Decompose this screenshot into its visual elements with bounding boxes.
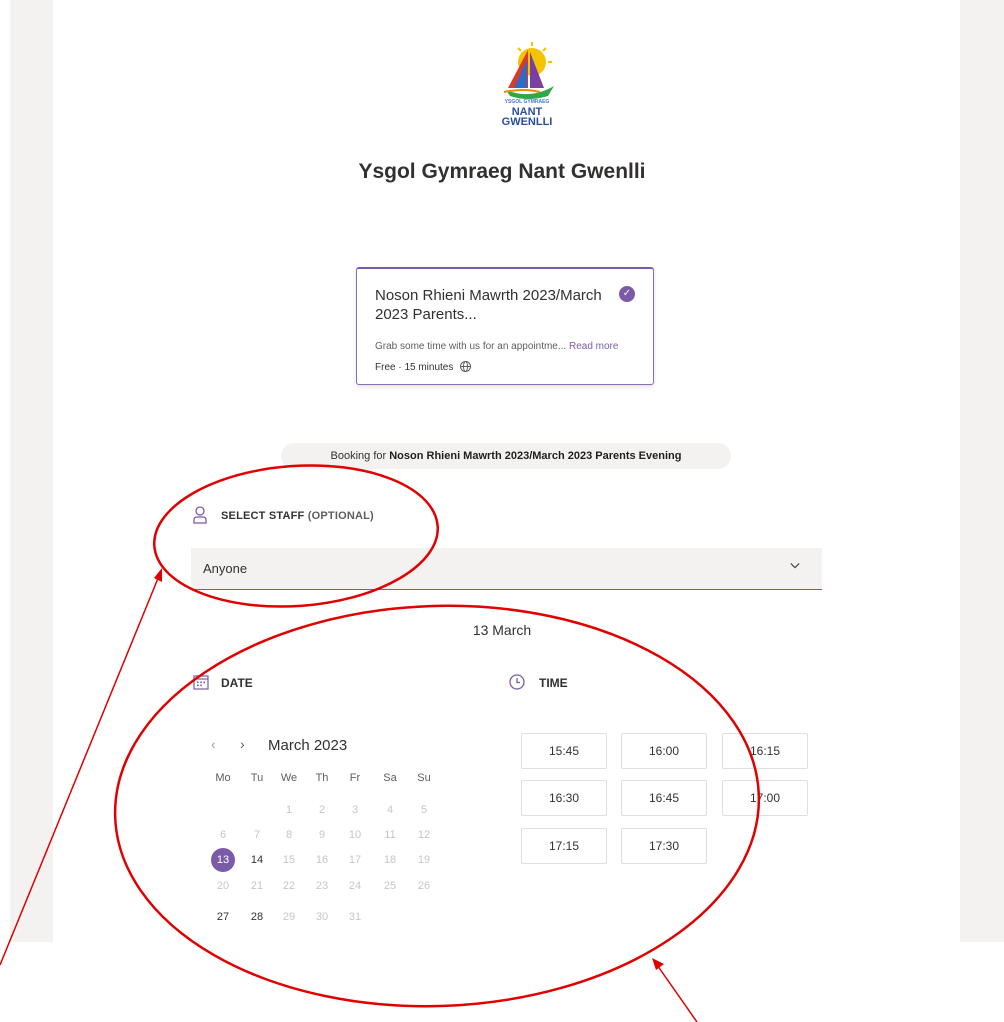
calendar-day: 7 <box>253 829 261 841</box>
calendar-day: 8 <box>285 829 293 841</box>
date-heading: DATE <box>221 676 253 690</box>
calendar-day: 6 <box>219 829 227 841</box>
time-slot-button[interactable]: 17:00 <box>722 780 808 816</box>
booking-prefix: Booking for <box>330 450 390 462</box>
calendar-day: 12 <box>417 829 431 841</box>
time-slot-button[interactable]: 16:30 <box>521 780 607 816</box>
weekday-label: Tu <box>250 772 264 784</box>
read-more-link[interactable]: Read more <box>569 341 618 352</box>
calendar-day: 3 <box>351 804 359 816</box>
weekday-label: Fr <box>349 772 361 784</box>
service-title: Noson Rhieni Mawrth 2023/March 2023 Pare… <box>375 287 602 323</box>
service-price-duration: Free · 15 minutes <box>375 362 454 373</box>
weekday-label: Sa <box>383 772 397 784</box>
calendar-day: 9 <box>318 829 326 841</box>
left-margin-panel <box>10 0 53 942</box>
time-slot-button[interactable]: 16:00 <box>621 733 707 769</box>
calendar-day: 16 <box>315 854 329 866</box>
staff-dropdown[interactable]: Anyone <box>191 548 822 590</box>
time-slot-button[interactable]: 16:45 <box>621 780 707 816</box>
calendar-day: 29 <box>282 911 296 923</box>
previous-month-button[interactable]: ‹ <box>211 736 216 752</box>
logo-wordmark: YSGOL GYMRAEG NANT GWENLLI <box>497 97 557 128</box>
annotation-arrow-right <box>654 961 698 1022</box>
right-margin-panel <box>960 0 1004 942</box>
service-meta: Free · 15 minutes <box>375 361 472 373</box>
weekday-label: We <box>280 772 298 784</box>
calendar-day: 19 <box>417 854 431 866</box>
time-slot-button[interactable]: 17:15 <box>521 828 607 864</box>
next-month-button[interactable]: › <box>240 736 245 752</box>
globe-icon <box>460 361 472 372</box>
weekday-label: Mo <box>215 772 231 784</box>
time-slot-button[interactable]: 17:30 <box>621 828 707 864</box>
calendar-day: 23 <box>315 880 329 892</box>
staff-heading-label: SELECT STAFF <box>221 510 305 522</box>
calendar-day: 10 <box>348 829 362 841</box>
booking-service-name: Noson Rhieni Mawrth 2023/March 2023 Pare… <box>389 450 682 462</box>
calendar-day: 4 <box>386 804 394 816</box>
calendar-day: 22 <box>282 880 296 892</box>
calendar-day[interactable]: 13 <box>211 848 235 872</box>
staff-dropdown-value: Anyone <box>203 561 248 576</box>
clock-icon <box>509 674 525 690</box>
calendar-day: 1 <box>285 804 293 816</box>
time-slot-button[interactable]: 15:45 <box>521 733 607 769</box>
calendar-day: 31 <box>348 911 362 923</box>
calendar-day: 2 <box>318 804 326 816</box>
weekday-label: Su <box>417 772 431 784</box>
service-description-text: Grab some time with us for an appointme.… <box>375 341 567 352</box>
calendar-day[interactable]: 28 <box>245 906 269 928</box>
chevron-down-icon <box>790 563 800 569</box>
checkmark-icon: ✓ <box>619 286 635 302</box>
weekday-label: Th <box>315 772 329 784</box>
booking-summary: Booking for Noson Rhieni Mawrth 2023/Mar… <box>281 443 731 469</box>
calendar-day: 11 <box>384 829 396 841</box>
calendar-day[interactable]: 14 <box>245 849 269 871</box>
calendar-day: 17 <box>348 854 362 866</box>
page-title: Ysgol Gymraeg Nant Gwenlli <box>358 160 646 183</box>
calendar-icon <box>193 675 209 690</box>
time-slot-button[interactable]: 16:15 <box>722 733 808 769</box>
calendar-day: 30 <box>315 911 329 923</box>
calendar-day: 5 <box>420 804 428 816</box>
calendar-day: 24 <box>348 880 362 892</box>
person-icon <box>193 506 207 524</box>
calendar-month-title: March 2023 <box>268 737 348 754</box>
calendar-day: 26 <box>417 880 431 892</box>
calendar-day: 18 <box>383 854 397 866</box>
logo-text-gwenlli: GWENLLI <box>501 116 553 128</box>
annotation-arrowhead-right <box>652 958 664 970</box>
annotation-ellipse-staff <box>153 464 439 608</box>
selected-date-label: 13 March <box>472 622 532 638</box>
staff-heading-optional: (OPTIONAL) <box>307 510 374 522</box>
staff-heading: SELECT STAFF (OPTIONAL) <box>221 510 374 522</box>
annotation-arrowhead-left <box>154 568 162 582</box>
time-heading: TIME <box>539 676 568 690</box>
calendar-day[interactable]: 27 <box>211 906 235 928</box>
annotation-overlay <box>0 464 761 1022</box>
calendar-day: 25 <box>383 880 397 892</box>
calendar-day: 21 <box>250 880 264 892</box>
service-card[interactable]: Noson Rhieni Mawrth 2023/March 2023 Pare… <box>356 267 654 385</box>
calendar-day: 15 <box>282 854 296 866</box>
calendar-day: 20 <box>216 880 230 892</box>
service-description: Grab some time with us for an appointme.… <box>375 341 618 352</box>
